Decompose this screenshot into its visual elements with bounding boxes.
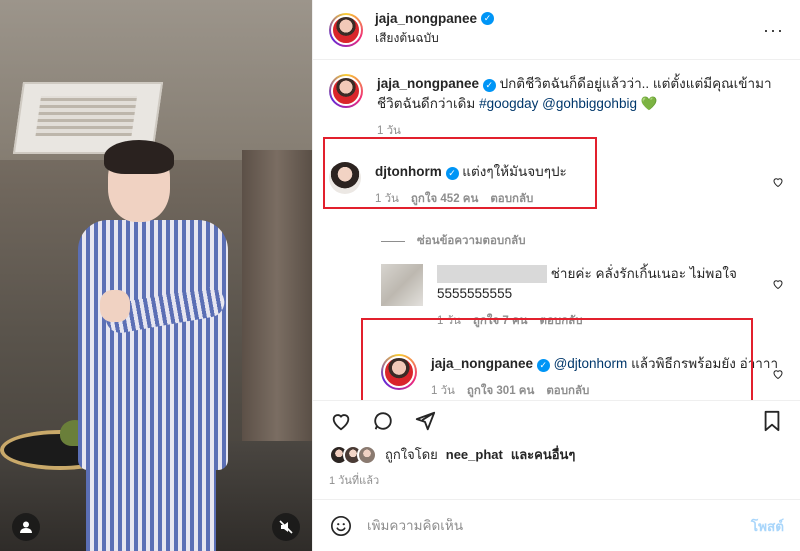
caption-mention[interactable]: @gohbiggohbig [542,96,637,111]
blurred-avatar [381,264,423,306]
emoji-smiley-icon[interactable] [329,514,353,538]
more-options-icon[interactable]: ··· [763,20,784,41]
comment-bubble-icon[interactable] [371,409,395,433]
bookmark-icon[interactable] [760,409,784,433]
likes-suffix[interactable]: และคนอื่นๆ [511,444,576,465]
video-person-body [78,220,228,470]
reply-text: ช่ายค่ะ คลั่งรักเกิ้นเนอะ ไม่พอใจ 555555… [437,264,784,304]
audio-label[interactable]: เสียงต้นฉบับ [375,29,494,48]
instagram-post-viewer: jaja_nongpanee ✓ เสียงต้นฉบับ ··· jaja_n… [0,0,800,551]
verified-badge-icon: ✓ [482,78,496,92]
like-heart-icon[interactable] [772,176,784,188]
like-heart-icon[interactable] [329,409,353,433]
mute-icon[interactable] [272,513,300,541]
like-heart-icon[interactable] [772,278,784,290]
post-comment-button[interactable]: โพสต์ [751,515,784,537]
caption-avatar[interactable] [329,74,363,108]
likes-summary[interactable]: ถูกใจโดย nee_phat และคนอื่นๆ [313,440,800,465]
highlight-box-reply [361,318,753,400]
video-person-hand [100,290,130,322]
green-heart-emoji: 💚 [640,96,658,111]
tagged-user-icon[interactable] [12,513,40,541]
caption-username[interactable]: jaja_nongpanee [377,76,479,91]
comment-composer: โพสต์ [313,499,800,551]
caption-text: jaja_nongpanee ✓ ปกติชีวิตฉันก็ดีอยู่แล้… [377,74,784,114]
post-header: jaja_nongpanee ✓ เสียงต้นฉบับ ··· [313,0,800,60]
blurred-username [437,265,547,284]
caption-hashtag[interactable]: #googday [479,96,538,111]
post-actions-bar [313,400,800,440]
liker-avatar [357,444,377,465]
hide-replies-toggle[interactable]: ซ่อนข้อความตอบกลับ [381,232,784,250]
post-side-panel: jaja_nongpanee ✓ เสียงต้นฉบับ ··· jaja_n… [312,0,800,551]
caption: jaja_nongpanee ✓ ปกติชีวิตฉันก็ดีอยู่แล้… [329,74,784,140]
share-paper-plane-icon[interactable] [413,409,437,433]
liker-avatars [329,444,377,465]
highlight-box-comment [323,137,597,209]
hide-replies-line [381,240,405,242]
comment-input[interactable] [367,518,737,533]
likes-prefix: ถูกใจโดย [385,447,438,462]
author-username[interactable]: jaja_nongpanee [375,11,477,26]
reel-video[interactable] [0,0,312,551]
comments-list: jaja_nongpanee ✓ ปกติชีวิตฉันก็ดีอยู่แล้… [313,60,800,400]
hide-replies-label[interactable]: ซ่อนข้อความตอบกลับ [417,232,526,250]
video-person-hair [104,140,174,174]
like-heart-icon[interactable] [772,368,784,380]
author-username-row[interactable]: jaja_nongpanee ✓ [375,11,495,26]
author-avatar[interactable] [329,12,363,47]
post-date: 1 วันที่แล้ว [329,475,380,487]
likes-user[interactable]: nee_phat [446,447,503,462]
verified-badge-icon: ✓ [481,12,495,25]
